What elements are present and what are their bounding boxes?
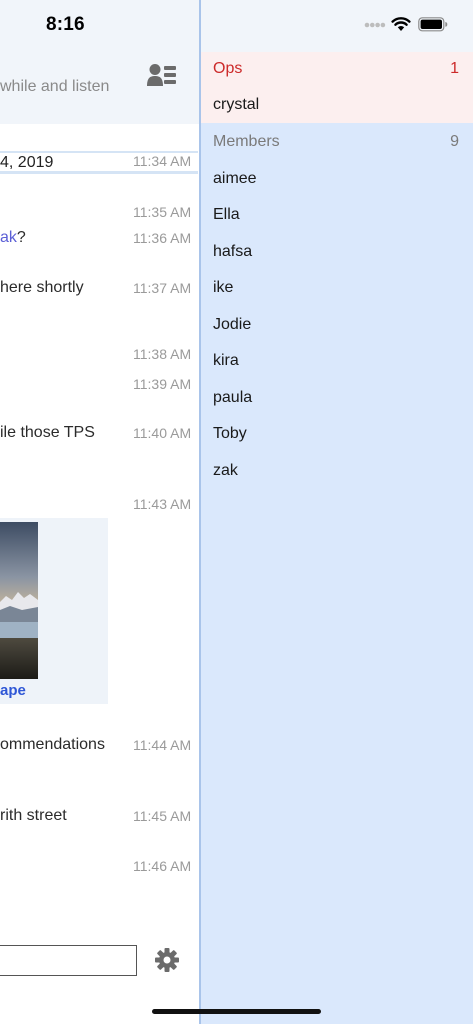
status-bar-right [201,0,473,52]
channel-topic: while and listen [0,78,110,95]
message-text: rith street [0,807,67,824]
message-text: ak? [0,229,26,247]
members-header: Members 9 [201,125,473,161]
message-time: 11:45 AM [133,808,192,824]
ops-title: Ops [213,60,243,77]
member-name: Ella [213,206,240,223]
member-name: zak [213,462,238,479]
member-item[interactable]: zak [201,454,473,490]
member-item[interactable]: Ella [201,198,473,234]
message-time: 11:39 AM [133,376,192,392]
screen: 8:16 while and listen 4, 2019 11:34 AM 1… [0,0,473,1024]
message-time: 11:46 AM [133,858,192,874]
member-item[interactable]: aimee [201,162,473,198]
user-list-icon [147,64,176,86]
members-count: 9 [450,133,459,150]
wifi-icon [391,17,411,31]
message-text: ile those TPS [0,424,95,441]
message-row: ile those TPS 11:40 AM [0,424,200,448]
member-name: paula [213,389,253,406]
message-row: 11:43 AM [0,495,200,519]
image-preview-card[interactable]: ape [0,518,108,704]
message-row: ak? 11:36 AM [0,229,200,253]
member-item[interactable]: paula [201,381,473,417]
message-row: rith street 11:45 AM [0,807,200,831]
user-mention[interactable]: ak [0,229,17,246]
message-row: 11:39 AM [0,375,200,399]
message-row: 11:46 AM [0,857,200,881]
message-row: 11:35 AM [0,203,200,227]
battery-icon [418,17,448,32]
gear-icon [155,948,179,972]
message-row: 11:34 AM [0,152,200,176]
message-time: 11:44 AM [133,737,192,753]
message-time: 11:40 AM [133,425,192,441]
ops-header: Ops 1 [201,52,473,88]
message-time: 11:36 AM [133,230,192,246]
message-time: 11:34 AM [133,153,192,169]
member-name: Toby [213,425,247,442]
member-name: ike [213,279,234,296]
settings-button[interactable] [154,947,180,973]
ops-section: Ops 1 crystal [201,52,473,123]
message-text-after: ? [16,229,26,246]
status-time: 8:16 [46,14,85,35]
member-item[interactable]: Jodie [201,308,473,344]
message-text: ommendations [0,736,105,753]
member-item[interactable]: ike [201,271,473,307]
ops-count: 1 [450,60,459,77]
image-thumbnail[interactable] [0,522,38,679]
message-time: 11:43 AM [133,496,192,512]
user-list-button[interactable] [146,62,178,90]
members-title: Members [213,133,280,150]
member-name: crystal [213,96,260,113]
member-item[interactable]: hafsa [201,235,473,271]
chat-header: while and listen 4, 2019 [0,52,200,174]
message-input[interactable] [0,945,137,976]
message-time: 11:37 AM [133,280,192,296]
member-item[interactable]: Toby [201,417,473,453]
landscape-photo [0,522,38,679]
image-link[interactable]: ape [0,682,26,699]
message-row: here shortly 11:37 AM [0,279,200,303]
member-name: Jodie [213,316,252,333]
status-bar-left: 8:16 [0,0,200,52]
message-time: 11:35 AM [133,204,192,220]
message-time: 11:38 AM [133,346,192,362]
chat-pane: 8:16 while and listen 4, 2019 11:34 AM 1… [0,0,200,1024]
member-item[interactable]: kira [201,344,473,380]
member-name: kira [213,352,239,369]
message-row: ommendations 11:44 AM [0,736,200,760]
home-indicator[interactable] [152,1009,321,1014]
members-pane: Ops 1 crystal Members 9 aimee Ella hafsa… [201,0,473,1024]
cellular-signal-icon [364,22,386,28]
message-text: here shortly [0,279,84,296]
message-row: 11:38 AM [0,345,200,369]
member-name: hafsa [213,243,253,260]
ops-user-item[interactable]: crystal [201,88,473,124]
member-name: aimee [213,170,257,187]
